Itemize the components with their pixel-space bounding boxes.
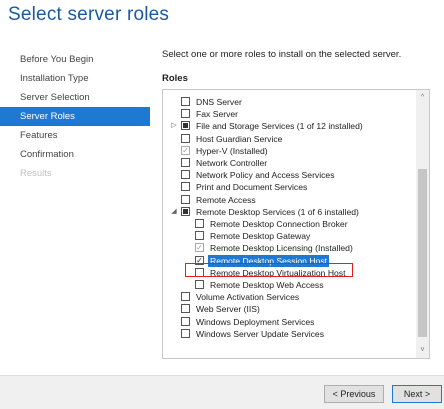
role-label: Remote Desktop Services (1 of 6 installe… xyxy=(196,206,359,217)
role-checkbox: ✓ xyxy=(181,145,190,155)
role-label: Web Server (IIS) xyxy=(196,304,260,315)
role-label: Network Policy and Access Services xyxy=(196,170,335,181)
role-checkbox[interactable] xyxy=(195,231,204,241)
role-label: Windows Server Update Services xyxy=(196,328,324,339)
roles-list[interactable]: DNS Server Fax Server ▷ File and Storage Se… xyxy=(162,89,430,359)
role-checkbox[interactable] xyxy=(181,328,190,338)
role-checkbox[interactable] xyxy=(181,133,190,143)
role-label: Windows Deployment Services xyxy=(196,316,315,327)
role-checkbox[interactable] xyxy=(181,194,190,204)
role-label: DNS Server xyxy=(196,97,242,107)
page-title: Select server roles xyxy=(8,4,170,25)
highlight-box xyxy=(185,263,353,277)
role-checkbox: ✓ xyxy=(195,243,204,253)
nav-item-features[interactable]: Features xyxy=(0,126,150,145)
role-label: Remote Desktop Licensing (Installed) xyxy=(210,243,353,254)
wizard-footer: < Previous Next > xyxy=(0,375,444,409)
nav-item-installation-type[interactable]: Installation Type xyxy=(0,69,150,88)
expand-arrow-icon[interactable]: ▷ xyxy=(170,120,178,132)
previous-button[interactable]: < Previous xyxy=(324,385,384,403)
scroll-up-icon[interactable]: ^ xyxy=(416,92,429,104)
role-label: Remote Desktop Connection Broker xyxy=(210,219,348,229)
nav-item-confirmation[interactable]: Confirmation xyxy=(0,145,150,164)
role-label: Fax Server xyxy=(196,109,239,120)
role-label: Remote Desktop Web Access xyxy=(210,280,324,290)
collapse-arrow-icon[interactable]: ◢ xyxy=(170,206,178,218)
role-checkbox[interactable] xyxy=(181,158,190,167)
role-checkbox[interactable] xyxy=(181,121,190,131)
wizard-nav: Before You Begin Installation Type Serve… xyxy=(0,50,150,183)
role-label: Remote Desktop Gateway xyxy=(210,231,311,242)
role-label: Host Guardian Service xyxy=(196,133,283,144)
role-label: Network Controller xyxy=(196,158,268,168)
role-label: Remote Access xyxy=(196,194,256,205)
role-label: Print and Document Services xyxy=(196,182,308,193)
scrollbar-thumb[interactable] xyxy=(418,169,427,337)
role-checkbox[interactable] xyxy=(181,292,190,302)
role-checkbox[interactable] xyxy=(181,109,190,119)
nav-item-before-you-begin[interactable]: Before You Begin xyxy=(0,50,150,69)
role-checkbox[interactable] xyxy=(181,304,190,314)
next-button[interactable]: Next > xyxy=(392,385,442,403)
scrollbar[interactable]: ^ v xyxy=(416,90,429,358)
nav-item-server-roles[interactable]: Server Roles xyxy=(0,107,150,126)
nav-item-server-selection[interactable]: Server Selection xyxy=(0,88,150,107)
role-label: Hyper-V (Installed) xyxy=(196,145,268,156)
role-checkbox[interactable] xyxy=(195,219,204,228)
instruction-text: Select one or more roles to install on t… xyxy=(162,49,402,60)
scroll-down-icon[interactable]: v xyxy=(416,344,429,356)
role-checkbox[interactable] xyxy=(181,316,190,326)
role-checkbox[interactable] xyxy=(181,182,190,192)
roles-heading: Roles xyxy=(162,73,188,84)
role-label: File and Storage Services (1 of 12 insta… xyxy=(196,121,363,132)
role-checkbox[interactable] xyxy=(181,97,190,106)
nav-item-results: Results xyxy=(20,168,52,179)
role-checkbox[interactable] xyxy=(195,280,204,289)
role-checkbox[interactable] xyxy=(181,206,190,216)
role-label: Volume Activation Services xyxy=(196,292,300,303)
role-checkbox[interactable] xyxy=(181,170,190,180)
